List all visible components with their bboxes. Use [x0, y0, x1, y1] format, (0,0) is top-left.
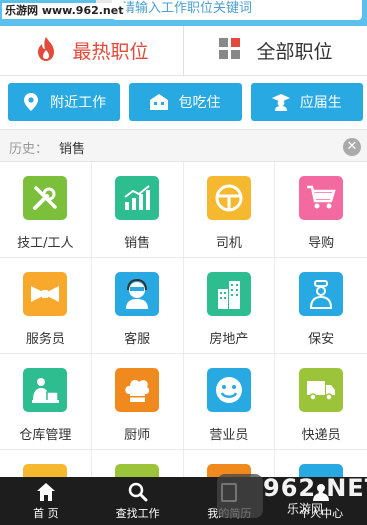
truck-icon [299, 368, 344, 412]
featured-row: 最热职位 全部职位 [0, 26, 367, 76]
category-driver[interactable]: 司机 [183, 162, 276, 258]
category-courier[interactable]: 快递员 [275, 354, 367, 450]
category-clerk[interactable]: 营业员 [183, 354, 276, 450]
nearby-jobs-button[interactable]: 附近工作 [8, 83, 121, 121]
smile-icon [206, 368, 251, 412]
history-label: 历史： [9, 142, 49, 157]
grid-icon [218, 37, 242, 65]
category-technician[interactable]: 技工/工人 [0, 162, 92, 258]
search-icon [128, 481, 148, 503]
chef-hat-icon [115, 368, 160, 412]
search-history-bar: 历史： 销售 ✕ [0, 129, 367, 162]
category-label: 保安 [308, 332, 335, 347]
watermark-box [217, 474, 263, 518]
all-jobs-button[interactable]: 全部职位 [184, 26, 367, 75]
nav-find-jobs-label: 查找工作 [115, 507, 160, 520]
search-placeholder: 请输入工作职位关键词 [122, 1, 253, 16]
category-label: 客服 [124, 332, 151, 347]
watermark-cn: 乐游网 [287, 502, 324, 516]
category-label: 房地产 [209, 332, 249, 347]
flame-icon [34, 36, 58, 66]
room-board-label: 包吃住 [178, 95, 221, 111]
graduates-label: 应届生 [299, 95, 342, 111]
nav-home[interactable]: 首 页 [0, 477, 92, 525]
chart-icon [115, 176, 160, 220]
nearby-jobs-label: 附近工作 [50, 95, 107, 111]
category-shopping-guide[interactable]: 导购 [275, 162, 367, 258]
watermark-logo: 962.NET 乐游网 [217, 472, 367, 522]
steering-wheel-icon [206, 176, 251, 220]
category-sales[interactable]: 销售 [91, 162, 184, 258]
hot-jobs-label: 最热职位 [72, 41, 149, 63]
category-security[interactable]: 保安 [275, 258, 367, 354]
watermark-site: 962.NET [263, 474, 367, 502]
cart-icon [299, 176, 344, 220]
nav-find-jobs[interactable]: 查找工作 [92, 477, 184, 525]
watermark-label: 乐游网 www.962.net [2, 3, 127, 19]
category-warehouse[interactable]: 仓库管理 [0, 354, 92, 450]
category-customer-service[interactable]: 客服 [91, 258, 184, 354]
category-label: 厨师 [124, 428, 151, 443]
home-icon [36, 481, 56, 503]
category-label: 司机 [215, 236, 242, 251]
category-label: 导购 [308, 236, 335, 251]
graduates-button[interactable]: 应届生 [250, 83, 363, 121]
guard-icon [299, 272, 344, 316]
clear-history-icon[interactable]: ✕ [343, 138, 361, 156]
house-icon [150, 93, 169, 111]
location-icon [22, 93, 40, 111]
category-waiter[interactable]: 服务员 [0, 258, 92, 354]
quick-filter-row: 附近工作 包吃住 应届生 [8, 83, 363, 121]
category-real-estate[interactable]: 房地产 [183, 258, 276, 354]
category-label: 服务员 [25, 332, 65, 347]
history-item[interactable]: 销售 [59, 138, 85, 157]
hot-jobs-button[interactable]: 最热职位 [0, 26, 184, 75]
category-chef[interactable]: 厨师 [91, 354, 184, 450]
bowtie-icon [23, 272, 68, 316]
room-board-button[interactable]: 包吃住 [129, 83, 242, 121]
top-search-bar: 请输入工作职位关键词 乐游网 www.962.net [0, 0, 367, 26]
category-label: 仓库管理 [19, 428, 72, 443]
warehouse-icon [23, 368, 68, 412]
building-icon [206, 272, 251, 316]
agent-icon [115, 272, 160, 316]
all-jobs-label: 全部职位 [256, 41, 333, 63]
graduate-icon [271, 93, 290, 111]
nav-home-label: 首 页 [33, 507, 59, 520]
category-label: 销售 [124, 236, 151, 251]
category-label: 技工/工人 [17, 236, 74, 251]
category-grid: 技工/工人 销售 司机 导购 服务员 客服 房地产 保安 仓库管理 厨师 营业员… [0, 162, 367, 525]
tools-icon [23, 176, 68, 220]
category-label: 营业员 [209, 428, 249, 443]
category-label: 快递员 [301, 428, 341, 443]
